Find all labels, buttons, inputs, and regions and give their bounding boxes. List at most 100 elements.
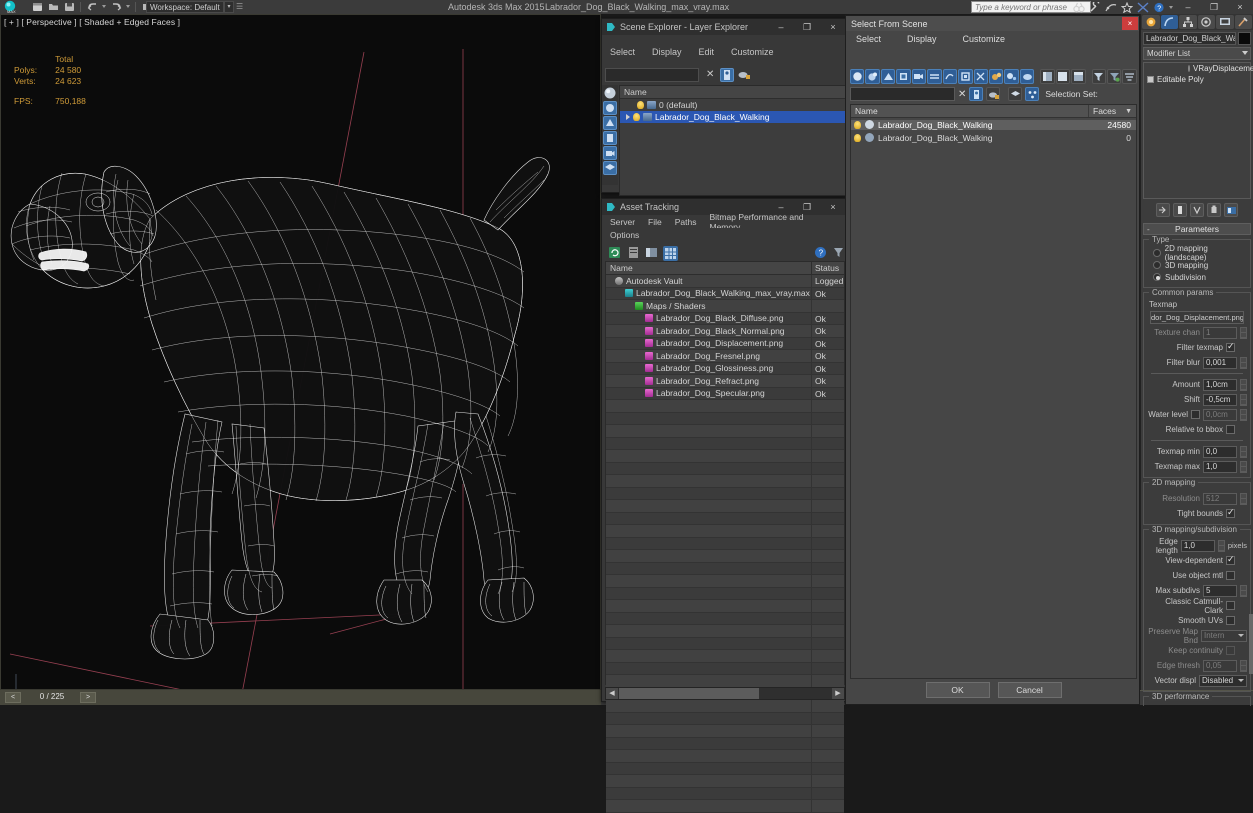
max-logo-icon[interactable]: MAX bbox=[2, 0, 24, 14]
tab-utilities[interactable] bbox=[1234, 15, 1252, 29]
asset-row-name-cell[interactable]: Labrador_Dog_Refract.png bbox=[606, 375, 812, 387]
help-icon[interactable]: ? bbox=[1152, 1, 1166, 14]
expand-all-icon[interactable] bbox=[1040, 68, 1055, 84]
param-tight-bounds[interactable]: Tight bounds bbox=[1147, 507, 1247, 520]
expand-arrow-icon[interactable] bbox=[626, 114, 630, 120]
scroll-thumb[interactable] bbox=[619, 688, 759, 699]
menu-select[interactable]: Select bbox=[610, 47, 644, 57]
scene-explorer-row-selected[interactable]: Labrador_Dog_Black_Walking bbox=[620, 111, 846, 123]
chevron-down-icon[interactable] bbox=[1238, 633, 1244, 637]
wrench-icon[interactable] bbox=[1088, 1, 1102, 14]
asset-row-empty[interactable] bbox=[606, 500, 844, 513]
display-geometry-icon[interactable] bbox=[603, 101, 617, 115]
asset-row[interactable]: Labrador_Dog_Black_Diffuse.png Ok bbox=[606, 312, 844, 325]
toolbar-right-icons[interactable]: ? bbox=[1072, 1, 1175, 14]
undo-icon[interactable] bbox=[85, 1, 99, 14]
checkbox-icon[interactable] bbox=[1226, 425, 1235, 434]
asset-row[interactable]: Labrador_Dog_Glossiness.png Ok bbox=[606, 362, 844, 375]
menu-paths[interactable]: Paths bbox=[675, 217, 706, 227]
menu-display[interactable]: Display bbox=[907, 34, 937, 44]
selection-set-icon[interactable] bbox=[1025, 87, 1040, 101]
asset-row-name-cell[interactable]: Labrador_Dog_Black_Normal.png bbox=[606, 325, 812, 337]
tab-create[interactable] bbox=[1142, 15, 1160, 29]
menu-customize[interactable]: Customize bbox=[731, 47, 783, 57]
select-from-scene-menu-bar[interactable]: Select Display Customize bbox=[846, 31, 1139, 46]
param-value[interactable]: 512 bbox=[1203, 492, 1237, 505]
display-geometry-icon[interactable] bbox=[865, 68, 880, 84]
undo-dropdown-icon[interactable] bbox=[101, 1, 107, 14]
sort-descending-icon[interactable]: ▼ bbox=[1125, 106, 1132, 118]
param-water-level[interactable]: Water level 0,0cm bbox=[1147, 408, 1247, 421]
checkbox-icon[interactable] bbox=[1191, 410, 1200, 419]
select-from-scene-toolbar[interactable] bbox=[850, 68, 1137, 84]
display-all-icon[interactable] bbox=[850, 68, 865, 84]
asset-row-empty[interactable] bbox=[606, 712, 844, 725]
display-all-toggle-icon[interactable] bbox=[1019, 68, 1035, 84]
help-dropdown-icon[interactable] bbox=[1168, 1, 1175, 14]
asset-tracking-menu-row-1[interactable]: Server File Paths Bitmap Performance and… bbox=[602, 212, 848, 232]
find-case-icon[interactable] bbox=[969, 87, 984, 101]
ss-row-name-cell[interactable]: Labrador_Dog_Black_Walking bbox=[851, 119, 1088, 130]
asset-row-empty[interactable] bbox=[606, 475, 844, 488]
asset-row-empty[interactable] bbox=[606, 750, 844, 763]
asset-tracking-hscrollbar[interactable]: ◀ ▶ bbox=[605, 687, 845, 700]
asset-row-empty[interactable] bbox=[606, 587, 844, 600]
asset-row-empty[interactable] bbox=[606, 425, 844, 438]
asset-row-empty[interactable] bbox=[606, 775, 844, 788]
new-file-icon[interactable] bbox=[30, 1, 44, 14]
display-groups-icon[interactable] bbox=[958, 68, 973, 84]
chevron-down-icon[interactable] bbox=[1242, 51, 1248, 55]
lightbulb-toggle-icon[interactable] bbox=[1188, 65, 1190, 72]
asset-tracking-rows[interactable]: Autodesk Vault Logged Labrador_Dog_Black_W… bbox=[606, 275, 844, 813]
object-name-row[interactable]: Labrador_Dog_Black_Walking bbox=[1141, 30, 1253, 45]
spinner-icon[interactable] bbox=[1240, 460, 1247, 473]
menu-display[interactable]: Display bbox=[652, 47, 691, 57]
asset-row-empty[interactable] bbox=[606, 762, 844, 775]
param-texmap-max[interactable]: Texmap max 1,0 bbox=[1147, 460, 1247, 473]
scene-explorer-clear-icon[interactable]: ✕ bbox=[706, 69, 714, 80]
spinner-icon[interactable] bbox=[1240, 378, 1247, 391]
select-from-scene-find-row[interactable]: ✕ Selection Set: bbox=[850, 86, 1137, 102]
scroll-left-icon[interactable]: ◀ bbox=[606, 688, 618, 699]
spinner-icon[interactable] bbox=[1240, 356, 1247, 369]
param-vector-displ[interactable]: Vector displ Disabled bbox=[1147, 674, 1247, 687]
expand-box-icon[interactable] bbox=[1147, 76, 1154, 83]
asset-row[interactable]: Labrador_Dog_Specular.png Ok bbox=[606, 387, 844, 400]
display-xrefs-icon[interactable] bbox=[973, 68, 988, 84]
modifier-list-combo[interactable]: Modifier List bbox=[1143, 47, 1251, 60]
display-cameras-icon[interactable] bbox=[603, 146, 617, 160]
main-toolbar[interactable]: MAX Workspace: Default ▾ ☰ ? bbox=[0, 0, 1253, 14]
asset-row-empty[interactable] bbox=[606, 600, 844, 613]
checkbox-icon[interactable] bbox=[1226, 554, 1235, 565]
spinner-icon[interactable] bbox=[1240, 492, 1247, 505]
param-value[interactable]: 0,001 bbox=[1203, 356, 1237, 369]
scene-explorer-minimize-icon[interactable]: – bbox=[768, 19, 794, 35]
scene-explorer-close-icon[interactable]: × bbox=[820, 19, 846, 35]
select-from-scene-rows[interactable]: Labrador_Dog_Black_Walking 24580 Labrador_… bbox=[851, 118, 1136, 144]
ss-row-name-cell[interactable]: Labrador_Dog_Black_Walking bbox=[851, 133, 1088, 143]
asset-row-empty[interactable] bbox=[606, 575, 844, 588]
scene-explorer-list[interactable]: Name 0 (default) Labrador_Dog_Black_Walk… bbox=[619, 85, 847, 196]
asset-row[interactable]: Labrador_Dog_Displacement.png Ok bbox=[606, 337, 844, 350]
spinner-icon[interactable] bbox=[1240, 445, 1247, 458]
param-preserve-map-bnd[interactable]: Preserve Map Bnd Intern bbox=[1147, 627, 1247, 645]
display-particles-icon[interactable] bbox=[1004, 68, 1019, 84]
scene-explorer-filter-icon[interactable] bbox=[720, 68, 734, 82]
menu-select[interactable]: Select bbox=[856, 34, 881, 44]
details-view-icon[interactable] bbox=[645, 246, 658, 259]
filter-icon[interactable] bbox=[1091, 68, 1106, 84]
display-all-icon[interactable] bbox=[603, 86, 617, 100]
menu-file[interactable]: File bbox=[648, 217, 671, 227]
select-from-scene-buttons[interactable]: OK Cancel bbox=[846, 682, 1141, 698]
asset-row-empty[interactable] bbox=[606, 512, 844, 525]
asset-row-empty[interactable] bbox=[606, 562, 844, 575]
tab-display[interactable] bbox=[1216, 15, 1234, 29]
asset-tracking-header-row[interactable]: Name Status bbox=[606, 262, 844, 275]
modifier-stack-item-editable-poly[interactable]: Editable Poly bbox=[1144, 74, 1250, 85]
modifier-stack-buttons[interactable] bbox=[1143, 202, 1251, 218]
asset-row[interactable]: Labrador_Dog_Fresnel.png Ok bbox=[606, 350, 844, 363]
find-options-icon[interactable] bbox=[986, 87, 1001, 101]
schematic-view-icon[interactable] bbox=[1136, 1, 1150, 14]
param-value[interactable]: 0,0cm bbox=[1203, 408, 1237, 421]
select-from-scene-close-icon[interactable]: × bbox=[1122, 17, 1138, 30]
